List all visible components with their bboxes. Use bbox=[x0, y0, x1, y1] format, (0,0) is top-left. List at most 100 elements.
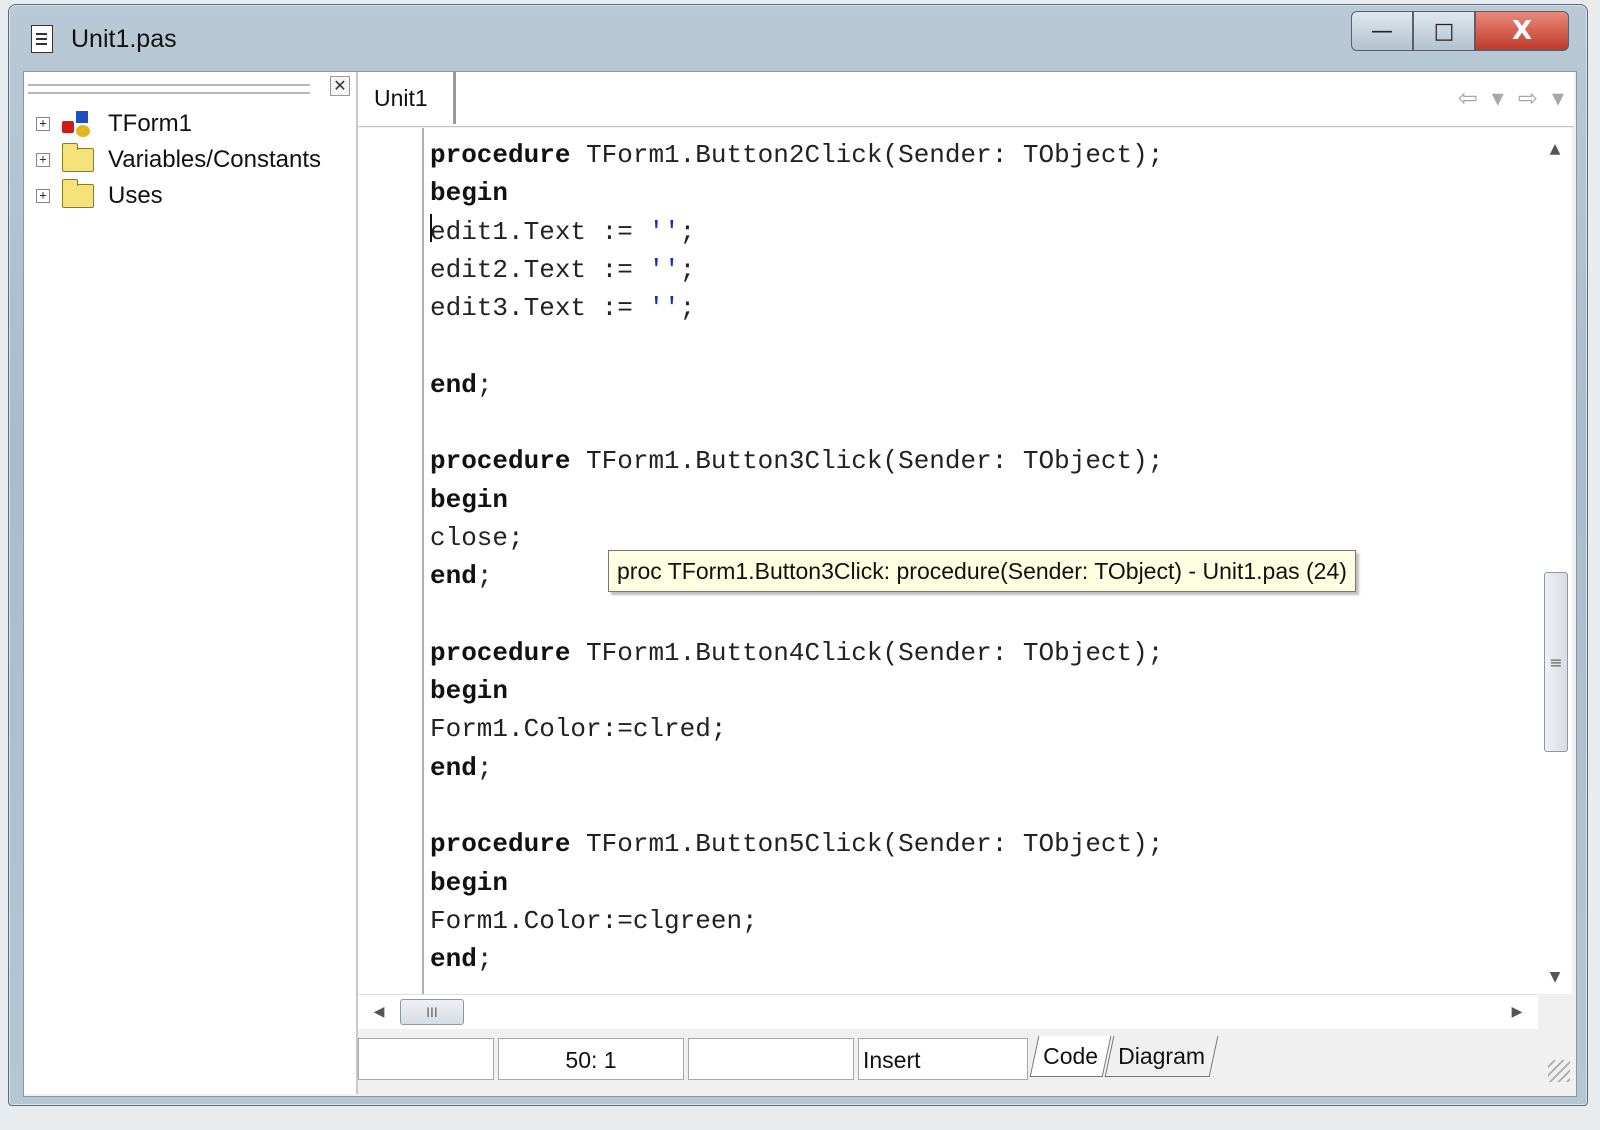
window-controls: — □ X bbox=[1351, 11, 1569, 51]
vertical-scrollbar[interactable]: ▲ ≡ ▼ bbox=[1538, 128, 1572, 994]
code-token: edit1.Text := bbox=[430, 216, 649, 247]
code-line[interactable] bbox=[430, 327, 1163, 365]
code-token: edit2.Text := bbox=[430, 254, 649, 285]
code-line[interactable]: procedure TForm1.Button4Click(Sender: TO… bbox=[430, 634, 1163, 672]
vertical-scroll-thumb[interactable]: ≡ bbox=[1544, 572, 1568, 752]
code-line[interactable]: edit3.Text := ''; bbox=[430, 289, 1163, 327]
code-line[interactable]: procedure TForm1.Button3Click(Sender: TO… bbox=[430, 442, 1163, 480]
code-token: ; bbox=[476, 369, 493, 400]
code-string: '' bbox=[648, 254, 680, 285]
code-line[interactable]: begin bbox=[430, 174, 1163, 212]
code-token: close; bbox=[430, 522, 524, 553]
expand-icon[interactable]: + bbox=[36, 117, 50, 131]
tree-item-variables-constants[interactable]: + Variables/Constants bbox=[36, 142, 321, 178]
editor-tabbar: Unit1 ⇦ ▾ ⇨ ▾ bbox=[358, 72, 1574, 127]
tree-item-uses[interactable]: + Uses bbox=[36, 178, 321, 214]
minimize-button[interactable]: — bbox=[1351, 11, 1413, 51]
forward-arrow-icon[interactable]: ⇨ bbox=[1518, 84, 1538, 112]
navigation-arrows: ⇦ ▾ ⇨ ▾ bbox=[1458, 84, 1564, 112]
code-line[interactable]: Form1.Color:=clred; bbox=[430, 710, 1163, 748]
tree-item-tform1[interactable]: + TForm1 bbox=[36, 106, 321, 142]
ide-window: Unit1.pas — □ X ✕ + TForm1 + Variables/C… bbox=[8, 4, 1588, 1106]
folder-icon bbox=[62, 179, 94, 208]
scroll-up-icon[interactable]: ▲ bbox=[1538, 134, 1572, 164]
code-keyword: end bbox=[430, 752, 477, 783]
code-token: TForm1.Button5Click(Sender: TObject); bbox=[570, 829, 1164, 860]
code-token: TForm1.Button4Click(Sender: TObject); bbox=[570, 637, 1164, 668]
folder-icon bbox=[62, 143, 94, 172]
form-icon bbox=[62, 109, 96, 139]
code-token: Form1.Color:=clred; bbox=[430, 714, 727, 745]
code-line[interactable]: procedure TForm1.Button2Click(Sender: TO… bbox=[430, 136, 1163, 174]
scroll-left-icon[interactable]: ◀ bbox=[364, 995, 394, 1029]
tree-label: TForm1 bbox=[108, 110, 192, 137]
tab-code-label: Code bbox=[1043, 1043, 1099, 1069]
code-token: Form1.Color:=clgreen; bbox=[430, 905, 758, 936]
code-token: ; bbox=[476, 944, 493, 975]
code-token: ; bbox=[679, 293, 696, 324]
title-bar[interactable]: Unit1.pas — □ X bbox=[9, 5, 1587, 69]
editor-area: Unit1 ⇦ ▾ ⇨ ▾ procedure TForm1.Button2Cl… bbox=[358, 72, 1574, 1094]
structure-panel: ✕ + TForm1 + Variables/Constants + Uses bbox=[24, 72, 358, 1094]
tab-code[interactable]: Code bbox=[1029, 1036, 1112, 1077]
view-tabs: Code Diagram bbox=[1029, 1036, 1219, 1080]
panel-close-icon[interactable]: ✕ bbox=[330, 76, 350, 96]
code-line[interactable] bbox=[430, 596, 1163, 634]
horizontal-scrollbar[interactable]: ◀ III ▶ bbox=[358, 994, 1538, 1029]
panel-header: ✕ bbox=[28, 76, 352, 100]
code-keyword: procedure bbox=[430, 829, 571, 860]
tab-unit1[interactable]: Unit1 bbox=[358, 72, 456, 124]
code-string: '' bbox=[648, 216, 680, 247]
tree-label: Variables/Constants bbox=[108, 146, 321, 173]
maximize-button[interactable]: □ bbox=[1413, 11, 1475, 51]
code-line[interactable]: procedure TForm1.Button5Click(Sender: TO… bbox=[430, 825, 1163, 863]
code-line[interactable]: end; bbox=[430, 366, 1163, 404]
code-line[interactable]: begin bbox=[430, 481, 1163, 519]
cursor-position: 50: 1 bbox=[498, 1038, 684, 1080]
status-blank-cell bbox=[688, 1038, 854, 1080]
tree-label: Uses bbox=[108, 182, 163, 209]
tab-diagram[interactable]: Diagram bbox=[1104, 1036, 1219, 1077]
close-button[interactable]: X bbox=[1475, 11, 1569, 51]
code-token: edit3.Text := bbox=[430, 293, 649, 324]
code-keyword: end bbox=[430, 944, 477, 975]
code-keyword: end bbox=[430, 561, 477, 592]
code-keyword: procedure bbox=[430, 446, 571, 477]
back-dropdown-icon[interactable]: ▾ bbox=[1492, 84, 1504, 112]
horizontal-scroll-thumb[interactable]: III bbox=[400, 999, 464, 1025]
code-editor[interactable]: procedure TForm1.Button2Click(Sender: TO… bbox=[358, 128, 1538, 994]
scroll-right-icon[interactable]: ▶ bbox=[1502, 995, 1532, 1029]
document-icon bbox=[31, 25, 53, 53]
code-keyword: procedure bbox=[430, 140, 571, 170]
code-token: ; bbox=[679, 216, 696, 247]
forward-dropdown-icon[interactable]: ▾ bbox=[1552, 84, 1564, 112]
resize-grip-icon[interactable] bbox=[1548, 1060, 1570, 1082]
insert-mode: Insert bbox=[858, 1038, 1028, 1080]
status-bar: 50: 1 Insert Code Diagram bbox=[358, 1034, 1574, 1086]
back-arrow-icon[interactable]: ⇦ bbox=[1458, 84, 1478, 112]
scroll-down-icon[interactable]: ▼ bbox=[1538, 962, 1572, 992]
code-insight-tooltip: proc TForm1.Button3Click: procedure(Send… bbox=[608, 550, 1356, 592]
code-line[interactable]: begin bbox=[430, 864, 1163, 902]
editor-gutter[interactable] bbox=[358, 128, 424, 994]
code-line[interactable]: Form1.Color:=clgreen; bbox=[430, 902, 1163, 940]
code-keyword: begin bbox=[430, 867, 509, 898]
code-token: ; bbox=[476, 752, 493, 783]
expand-icon[interactable]: + bbox=[36, 189, 50, 203]
expand-icon[interactable]: + bbox=[36, 153, 50, 167]
code-line[interactable] bbox=[430, 787, 1163, 825]
code-keyword: begin bbox=[430, 676, 509, 707]
code-line[interactable] bbox=[430, 404, 1163, 442]
code-line[interactable]: begin bbox=[430, 672, 1163, 710]
code-token: ; bbox=[476, 561, 493, 592]
code-line[interactable]: edit1.Text := ''; bbox=[430, 213, 1163, 251]
code-line[interactable]: end; bbox=[430, 940, 1163, 978]
text-caret bbox=[430, 214, 432, 242]
code-line[interactable]: edit2.Text := ''; bbox=[430, 251, 1163, 289]
code-line[interactable]: end; bbox=[430, 749, 1163, 787]
panel-grip[interactable] bbox=[28, 84, 310, 94]
code-token: TForm1.Button2Click(Sender: TObject); bbox=[570, 140, 1164, 170]
code-keyword: begin bbox=[430, 178, 509, 209]
tab-diagram-label: Diagram bbox=[1118, 1043, 1206, 1069]
code-keyword: begin bbox=[430, 484, 509, 515]
